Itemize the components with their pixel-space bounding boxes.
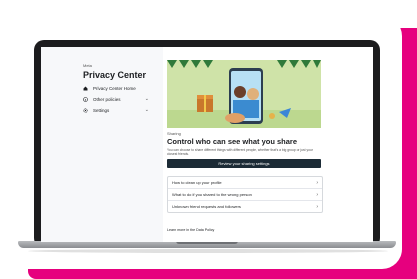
hero-illustration-art <box>167 60 321 128</box>
info-icon <box>83 96 88 102</box>
page-title: Privacy Center <box>83 70 147 80</box>
laptop-screen: Meta Privacy Center Privacy Center Home … <box>41 47 373 242</box>
list-item-label: Unknown friend requests and followers <box>172 204 241 209</box>
review-sharing-settings-button[interactable]: Review your sharing settings <box>167 159 321 168</box>
sidebar-item-other-policies[interactable]: Other policies ⌄ <box>83 94 149 104</box>
sidebar-item-label: Privacy Center Home <box>93 85 136 91</box>
home-icon <box>83 86 88 90</box>
hero-illustration <box>167 60 321 128</box>
chevron-right-icon: › <box>316 203 318 210</box>
sidebar-item-settings[interactable]: Settings ⌄ <box>83 105 149 115</box>
laptop-shadow <box>28 249 388 253</box>
section-description: You can choose to share different things… <box>167 148 313 156</box>
sidebar-item-home[interactable]: Privacy Center Home <box>83 83 149 93</box>
list-item[interactable]: How to clean up your profile › <box>168 177 322 189</box>
list-item-label: How to clean up your profile <box>172 180 222 185</box>
sidebar: Meta Privacy Center Privacy Center Home … <box>41 47 163 242</box>
list-item-label: What to do if you shared to the wrong pe… <box>172 192 252 197</box>
section-headline: Control who can see what you share <box>167 137 298 146</box>
sidebar-item-label: Other policies <box>93 96 121 102</box>
chevron-right-icon: › <box>316 179 318 186</box>
chevron-right-icon: › <box>316 191 318 198</box>
list-item[interactable]: Unknown friend requests and followers › <box>168 201 322 212</box>
data-policy-link[interactable]: Learn more in the Data Policy <box>167 228 214 232</box>
list-item[interactable]: What to do if you shared to the wrong pe… <box>168 189 322 201</box>
chevron-down-icon: ⌄ <box>144 107 149 113</box>
topic-list: How to clean up your profile › What to d… <box>167 176 323 213</box>
meta-logo: Meta <box>83 63 92 68</box>
section-eyebrow: Sharing <box>167 131 181 136</box>
chevron-down-icon: ⌄ <box>144 96 149 102</box>
gear-icon <box>83 107 88 113</box>
sidebar-item-label: Settings <box>93 107 110 113</box>
